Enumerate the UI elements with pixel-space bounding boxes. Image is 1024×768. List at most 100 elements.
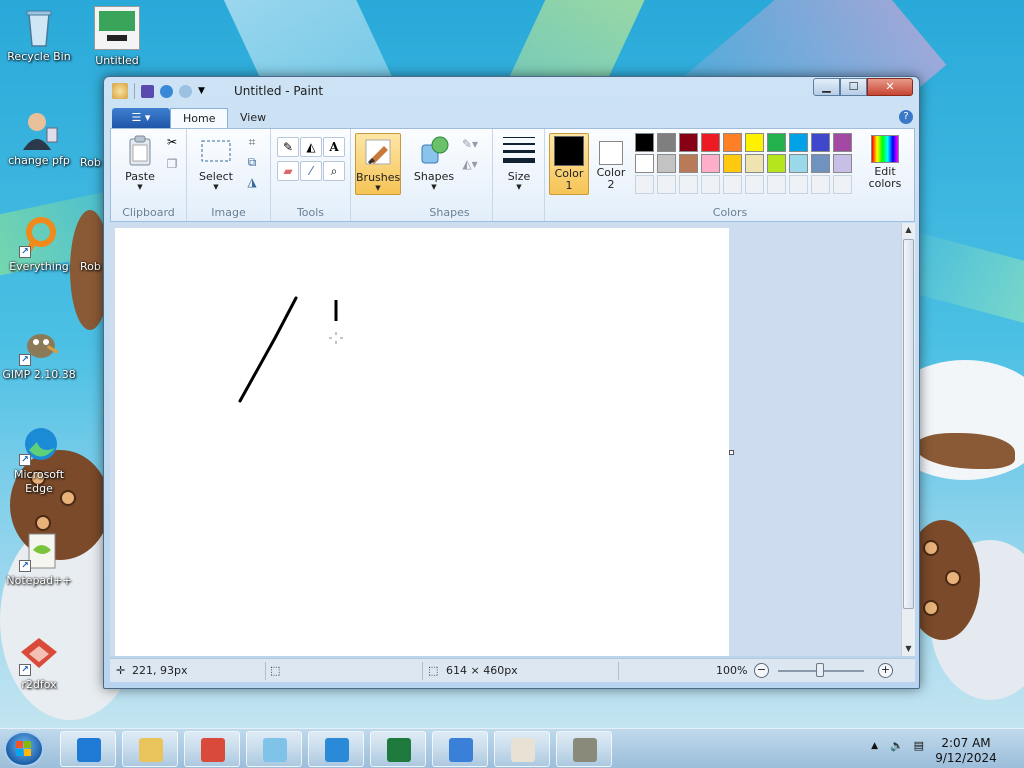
save-icon[interactable] (141, 84, 154, 98)
palette-swatch[interactable] (635, 133, 654, 152)
scroll-down-arrow[interactable]: ▼ (903, 642, 914, 656)
drawing-canvas[interactable] (115, 228, 729, 656)
brushes-button[interactable]: Brushes ▼ (355, 133, 401, 195)
network-icon[interactable]: ▤ (914, 739, 924, 752)
scroll-up-arrow[interactable]: ▲ (903, 223, 914, 237)
zoom-out-button[interactable]: − (754, 663, 769, 678)
group-clipboard: Paste ▼ ✂ ❐ Clipboard (111, 129, 187, 221)
palette-swatch[interactable] (789, 133, 808, 152)
taskbar-brightness-app-button[interactable] (432, 731, 488, 767)
undo-icon[interactable] (160, 84, 173, 98)
taskbar-eraser-app-button[interactable] (246, 731, 302, 767)
fill-icon[interactable]: ◭▾ (459, 155, 481, 175)
desktop-icon-change-pfp[interactable]: change pfp (0, 110, 78, 168)
custom-color-slot[interactable] (789, 175, 808, 194)
palette-swatch[interactable] (679, 133, 698, 152)
vertical-scrollbar[interactable]: ▲ ▼ (901, 223, 915, 656)
tab-view[interactable]: View (228, 108, 278, 129)
scrollbar-thumb[interactable] (903, 239, 914, 609)
custom-color-slot[interactable] (701, 175, 720, 194)
title-bar[interactable]: ▼ Untitled - Paint ▁ ☐ ✕ (104, 77, 919, 105)
desktop-icon-rob-2[interactable]: Rob (70, 260, 104, 274)
outline-icon[interactable]: ✎▾ (459, 135, 481, 155)
clock[interactable]: 2:07 AM 9/12/2024 (926, 736, 1006, 766)
desktop-icon-edge[interactable]: ↗ Microsoft Edge (0, 424, 78, 496)
palette-swatch[interactable] (745, 154, 764, 173)
palette-swatch[interactable] (723, 133, 742, 152)
palette-swatch[interactable] (679, 154, 698, 173)
palette-swatch[interactable] (811, 133, 830, 152)
minimize-button[interactable]: ▁ (813, 78, 840, 96)
zoom-in-button[interactable]: + (878, 663, 893, 678)
resize-icon[interactable]: ⧉ (241, 153, 263, 173)
custom-color-slot[interactable] (657, 175, 676, 194)
desktop-icon-rob-1[interactable]: Rob (70, 156, 104, 170)
fill-bucket-icon[interactable]: ◭ (300, 137, 322, 157)
zoom-slider-thumb[interactable] (816, 663, 824, 677)
palette-swatch[interactable] (789, 154, 808, 173)
file-menu-button[interactable]: ☰ ▾ (112, 108, 170, 128)
palette-swatch[interactable] (811, 154, 830, 173)
taskbar-app-s-button[interactable] (308, 731, 364, 767)
shapes-button[interactable]: Shapes ▼ (411, 135, 457, 191)
palette-swatch[interactable] (767, 154, 786, 173)
palette-swatch[interactable] (723, 154, 742, 173)
redo-icon[interactable] (179, 84, 192, 98)
taskbar-internet-explorer-button[interactable] (60, 731, 116, 767)
tab-home[interactable]: Home (170, 108, 229, 129)
palette-swatch[interactable] (767, 133, 786, 152)
desktop-icon-r2dfox[interactable]: ↗ r2dfox (0, 634, 78, 692)
customize-qat-icon[interactable]: ▼ (198, 86, 208, 96)
taskbar-project-button[interactable] (370, 731, 426, 767)
edit-colors-button[interactable]: Edit colors (863, 135, 907, 190)
custom-color-slot[interactable] (679, 175, 698, 194)
custom-color-slot[interactable] (745, 175, 764, 194)
close-button[interactable]: ✕ (867, 78, 913, 96)
eraser-icon[interactable]: ▰ (277, 161, 299, 181)
taskbar-gimp-button[interactable] (556, 731, 612, 767)
palette-swatch[interactable] (833, 154, 852, 173)
paint-app-icon[interactable] (112, 83, 128, 99)
help-icon[interactable]: ? (899, 110, 913, 124)
palette-swatch[interactable] (701, 133, 720, 152)
palette-swatch[interactable] (657, 133, 676, 152)
text-tool-icon[interactable]: A (323, 137, 345, 157)
palette-swatch[interactable] (635, 154, 654, 173)
magnifier-icon[interactable]: ⌕ (323, 161, 345, 181)
color-1-button[interactable]: Color 1 (549, 133, 589, 195)
show-hidden-icons[interactable]: ▲ (871, 741, 878, 751)
taskbar-file-explorer-button[interactable] (122, 731, 178, 767)
start-button[interactable] (4, 731, 44, 767)
desktop-icon-everything[interactable]: ↗ Everything (0, 216, 78, 274)
volume-muted-icon[interactable]: 🔈 (890, 739, 904, 752)
palette-swatch[interactable] (701, 154, 720, 173)
canvas-resize-handle[interactable] (729, 450, 734, 455)
crop-icon[interactable]: ⌗ (241, 133, 263, 153)
copy-icon[interactable]: ❐ (161, 155, 183, 175)
group-shapes: Shapes ▼ ✎▾ ◭▾ Shapes (407, 129, 493, 221)
taskbar-r2dfox-button[interactable] (184, 731, 240, 767)
maximize-button[interactable]: ☐ (840, 78, 867, 96)
palette-swatch[interactable] (745, 133, 764, 152)
size-button[interactable]: Size ▼ (497, 135, 541, 191)
color-picker-icon[interactable]: ⁄ (300, 161, 322, 181)
custom-color-slot[interactable] (833, 175, 852, 194)
pencil-icon[interactable]: ✎ (277, 137, 299, 157)
palette-swatch[interactable] (657, 154, 676, 173)
custom-color-slot[interactable] (811, 175, 830, 194)
desktop-icon-gimp[interactable]: ↗ GIMP 2.10.38 (0, 324, 78, 382)
select-button[interactable]: Select ▼ (193, 135, 239, 191)
notepadpp-icon: ↗ (19, 530, 59, 572)
color-2-button[interactable]: Color 2 (591, 133, 631, 195)
taskbar-paint-button[interactable] (494, 731, 550, 767)
desktop-icon-untitled[interactable]: Untitled (78, 6, 156, 68)
cut-icon[interactable]: ✂ (161, 133, 183, 153)
custom-color-slot[interactable] (767, 175, 786, 194)
palette-swatch[interactable] (833, 133, 852, 152)
desktop-icon-recycle-bin[interactable]: Recycle Bin (0, 6, 78, 64)
paste-button[interactable]: Paste ▼ (117, 135, 163, 191)
desktop-icon-notepadpp[interactable]: ↗ Notepad++ (0, 530, 78, 588)
rotate-icon[interactable]: ◮ (241, 173, 263, 193)
custom-color-slot[interactable] (723, 175, 742, 194)
custom-color-slot[interactable] (635, 175, 654, 194)
